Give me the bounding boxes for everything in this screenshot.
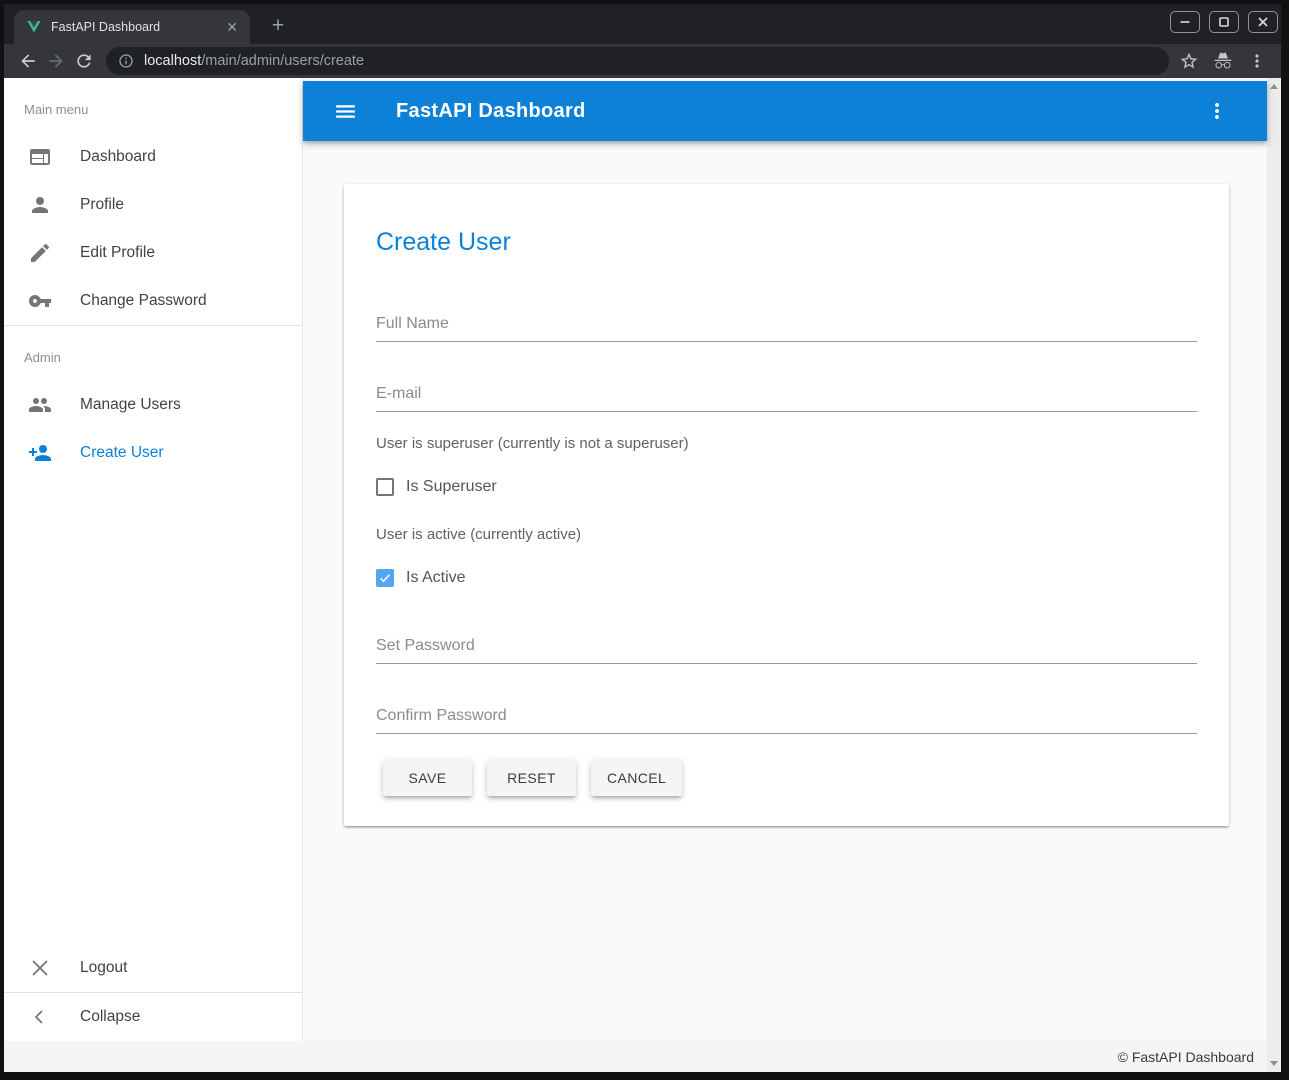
tab-strip: FastAPI Dashboard ✕ + xyxy=(4,4,1281,44)
scrollbar-up-arrow-icon[interactable] xyxy=(1270,84,1278,89)
copyright-text: © FastAPI Dashboard xyxy=(1118,1049,1254,1065)
key-icon xyxy=(28,289,52,313)
person-icon xyxy=(28,193,52,217)
active-hint: User is active (currently active) xyxy=(376,526,1197,543)
full-name-field-wrap xyxy=(376,315,1197,342)
sidebar-item-label: Change Password xyxy=(80,292,207,310)
sidebar-item-label: Edit Profile xyxy=(80,244,155,262)
form-actions: SAVE RESET CANCEL xyxy=(376,760,1197,796)
sidebar-item-collapse[interactable]: Collapse xyxy=(4,993,302,1041)
set-password-input[interactable] xyxy=(376,637,1197,664)
browser-window: FastAPI Dashboard ✕ + localho xyxy=(0,0,1289,1080)
maximize-button[interactable] xyxy=(1209,11,1239,33)
people-icon xyxy=(28,393,52,417)
sidebar-caption-main-menu: Main menu xyxy=(4,78,302,133)
sidebar-item-manage-users[interactable]: Manage Users xyxy=(4,381,302,429)
confirm-password-input[interactable] xyxy=(376,707,1197,734)
kebab-menu-icon[interactable] xyxy=(1199,93,1235,129)
appbar-title: FastAPI Dashboard xyxy=(396,100,586,123)
save-button[interactable]: SAVE xyxy=(383,760,472,796)
is-superuser-checkbox-row[interactable]: Is Superuser xyxy=(376,478,497,496)
browser-menu-icon[interactable] xyxy=(1247,51,1267,71)
reset-button[interactable]: RESET xyxy=(487,760,576,796)
address-bar[interactable]: localhost/main/admin/users/create xyxy=(106,47,1169,75)
dashboard-icon xyxy=(28,145,52,169)
create-user-card: Create User User is superuser (currently… xyxy=(344,184,1229,826)
new-tab-button[interactable]: + xyxy=(264,12,292,40)
bookmark-star-icon[interactable] xyxy=(1179,51,1199,71)
forward-icon[interactable] xyxy=(42,47,70,75)
url-host: localhost xyxy=(144,53,201,69)
sidebar: Main menu Dashboard Profile xyxy=(4,78,303,1041)
sidebar-item-profile[interactable]: Profile xyxy=(4,181,302,229)
close-window-button[interactable] xyxy=(1248,11,1278,33)
page-viewport: Main menu Dashboard Profile xyxy=(4,78,1281,1072)
is-active-checkbox[interactable] xyxy=(376,569,394,587)
email-input[interactable] xyxy=(376,385,1197,412)
sidebar-item-label: Create User xyxy=(80,444,164,462)
tab-close-icon[interactable]: ✕ xyxy=(222,18,242,36)
window-controls xyxy=(1170,11,1278,33)
hamburger-menu-icon[interactable] xyxy=(327,93,363,129)
tab-title: FastAPI Dashboard xyxy=(51,20,213,34)
vue-favicon-icon xyxy=(26,19,42,35)
sidebar-item-label: Logout xyxy=(80,959,127,977)
sidebar-item-label: Collapse xyxy=(80,1008,140,1026)
sidebar-item-change-password[interactable]: Change Password xyxy=(4,277,302,325)
pencil-icon xyxy=(28,241,52,265)
superuser-hint: User is superuser (currently is not a su… xyxy=(376,435,1197,452)
sidebar-item-edit-profile[interactable]: Edit Profile xyxy=(4,229,302,277)
checkmark-icon xyxy=(378,571,392,585)
reload-icon[interactable] xyxy=(70,47,98,75)
minimize-button[interactable] xyxy=(1170,11,1200,33)
url-path: /main/admin/users/create xyxy=(201,53,364,69)
browser-toolbar: localhost/main/admin/users/create xyxy=(4,44,1281,78)
toolbar-right xyxy=(1179,51,1271,71)
page-footer: © FastAPI Dashboard xyxy=(4,1041,1267,1072)
sidebar-item-dashboard[interactable]: Dashboard xyxy=(4,133,302,181)
set-password-field-wrap xyxy=(376,637,1197,664)
sidebar-item-create-user[interactable]: Create User xyxy=(4,429,302,477)
cancel-button[interactable]: CANCEL xyxy=(591,760,682,796)
checkbox-label: Is Active xyxy=(406,569,466,587)
sidebar-item-label: Profile xyxy=(80,196,124,214)
app-bar: FastAPI Dashboard xyxy=(303,81,1267,141)
incognito-icon xyxy=(1213,51,1233,71)
logout-x-icon xyxy=(28,956,52,980)
email-field-wrap xyxy=(376,385,1197,412)
page-title: Create User xyxy=(376,229,1197,255)
sidebar-item-label: Dashboard xyxy=(80,148,156,166)
sidebar-caption-admin: Admin xyxy=(4,326,302,381)
checkbox-label: Is Superuser xyxy=(406,478,497,496)
back-icon[interactable] xyxy=(14,47,42,75)
page-content: Create User User is superuser (currently… xyxy=(303,141,1267,1041)
main-area: FastAPI Dashboard Create User xyxy=(303,78,1267,1041)
sidebar-item-label: Manage Users xyxy=(80,396,181,414)
sidebar-item-logout[interactable]: Logout xyxy=(4,944,302,992)
info-icon[interactable] xyxy=(118,53,134,69)
chevron-left-icon xyxy=(28,1005,52,1029)
is-superuser-checkbox[interactable] xyxy=(376,478,394,496)
browser-tab[interactable]: FastAPI Dashboard ✕ xyxy=(14,10,250,44)
vertical-scrollbar[interactable] xyxy=(1267,78,1281,1072)
full-name-input[interactable] xyxy=(376,315,1197,342)
confirm-password-field-wrap xyxy=(376,707,1197,734)
is-active-checkbox-row[interactable]: Is Active xyxy=(376,569,466,587)
person-add-icon xyxy=(28,441,52,465)
scrollbar-down-arrow-icon[interactable] xyxy=(1270,1061,1278,1066)
